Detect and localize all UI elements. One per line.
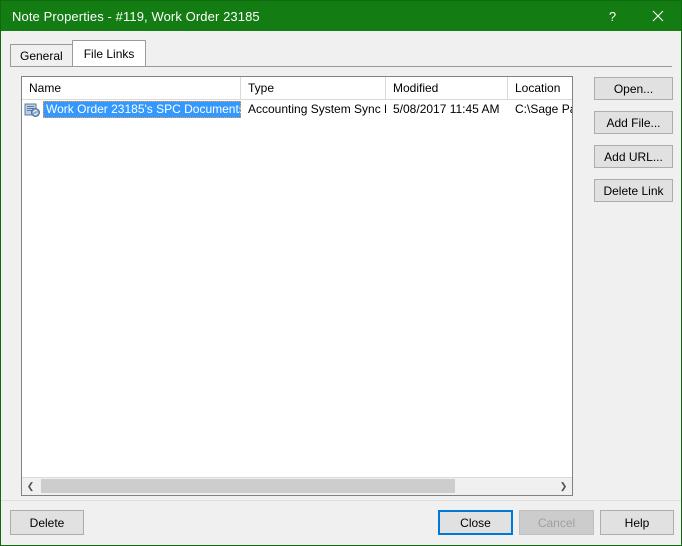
horizontal-scrollbar[interactable]: ❮ ❯	[22, 477, 572, 495]
add-url-button-label: Add URL...	[604, 149, 663, 164]
file-links-actions: Open... Add File... Add URL... Delete Li…	[594, 77, 673, 213]
scroll-right-button[interactable]: ❯	[555, 478, 572, 495]
cell-location-label: C:\Sage Pap	[515, 102, 572, 116]
add-file-button-label: Add File...	[606, 115, 661, 130]
table-row[interactable]: Work Order 23185's SPC Documents Account…	[22, 100, 572, 118]
column-header-location-label: Location	[515, 81, 561, 95]
column-header-name[interactable]: Name	[22, 77, 241, 99]
list-body: Work Order 23185's SPC Documents Account…	[22, 100, 572, 476]
cancel-button-label: Cancel	[537, 515, 576, 530]
delete-link-button[interactable]: Delete Link	[594, 179, 673, 202]
add-file-button[interactable]: Add File...	[594, 111, 673, 134]
cancel-button: Cancel	[519, 510, 594, 535]
cell-location: C:\Sage Pap	[508, 100, 572, 118]
cell-type: Accounting System Sync File	[241, 100, 386, 118]
close-icon	[652, 10, 664, 22]
column-header-location[interactable]: Location	[508, 77, 572, 99]
window-controls: ?	[590, 1, 681, 31]
tab-general[interactable]: General	[10, 44, 73, 66]
delete-button[interactable]: Delete	[10, 510, 84, 535]
question-mark-icon: ?	[608, 8, 617, 24]
tab-strip: General File Links	[10, 39, 681, 66]
column-header-type-label: Type	[248, 81, 275, 95]
chevron-left-icon: ❮	[26, 481, 35, 491]
scroll-left-button[interactable]: ❮	[22, 478, 39, 495]
list-header-row: Name Type Modified Location	[22, 77, 572, 100]
scrollbar-thumb[interactable]	[41, 479, 455, 493]
cell-name-label: Work Order 23185's SPC Documents	[43, 100, 241, 118]
close-button[interactable]: Close	[438, 510, 513, 535]
file-links-list[interactable]: Name Type Modified Location Work Order 2…	[21, 76, 573, 496]
open-button[interactable]: Open...	[594, 77, 673, 100]
add-url-button[interactable]: Add URL...	[594, 145, 673, 168]
close-button-label: Close	[460, 515, 491, 530]
tab-file-links-label: File Links	[83, 46, 135, 61]
column-header-modified[interactable]: Modified	[386, 77, 508, 99]
tab-file-links[interactable]: File Links	[71, 40, 147, 66]
dialog-footer: Delete Close Cancel Help	[1, 500, 681, 545]
file-links-tab-page: Name Type Modified Location Work Order 2…	[10, 66, 673, 500]
sync-file-icon	[24, 103, 40, 117]
help-titlebar-button[interactable]: ?	[590, 1, 635, 31]
scrollbar-track[interactable]	[39, 478, 555, 495]
cell-modified-label: 5/08/2017 11:45 AM	[393, 102, 500, 116]
chevron-right-icon: ❯	[559, 481, 568, 491]
help-button[interactable]: Help	[600, 510, 674, 535]
column-header-name-label: Name	[29, 81, 62, 95]
cell-modified: 5/08/2017 11:45 AM	[386, 100, 508, 118]
title-bar: Note Properties - #119, Work Order 23185…	[1, 1, 681, 31]
help-button-label: Help	[624, 515, 650, 530]
close-window-button[interactable]	[635, 1, 681, 31]
cell-type-label: Accounting System Sync File	[248, 102, 386, 116]
window-title: Note Properties - #119, Work Order 23185	[12, 8, 260, 24]
delete-button-label: Delete	[29, 515, 65, 530]
cell-name[interactable]: Work Order 23185's SPC Documents	[22, 100, 241, 118]
column-header-type[interactable]: Type	[241, 77, 386, 99]
note-properties-dialog: Note Properties - #119, Work Order 23185…	[0, 0, 682, 546]
column-header-modified-label: Modified	[393, 81, 439, 95]
open-button-label: Open...	[613, 81, 654, 96]
delete-link-button-label: Delete Link	[603, 183, 664, 198]
tab-general-label: General	[20, 48, 63, 63]
